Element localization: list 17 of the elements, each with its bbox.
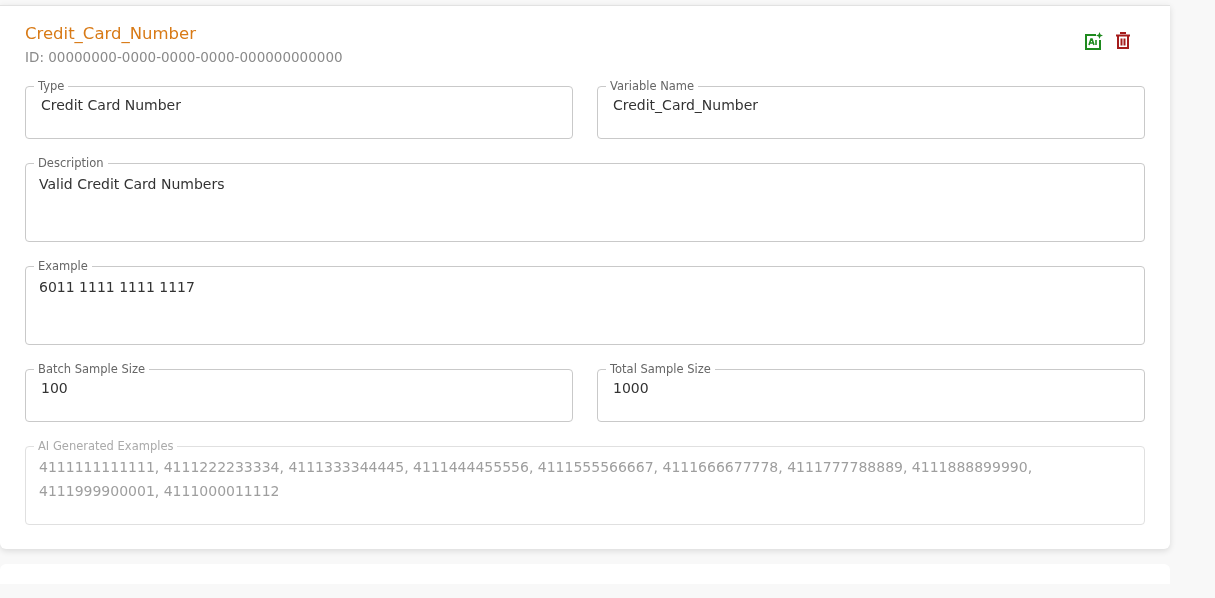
input-field[interactable]: Batch Sample Size 100 bbox=[25, 362, 573, 422]
text-area[interactable]: Description Valid Credit Card Numbers bbox=[25, 156, 1145, 242]
input-field[interactable]: Variable Name Credit_Card_Number bbox=[597, 79, 1145, 139]
field-label: Total Sample Size bbox=[609, 362, 712, 376]
field-label: AI Generated Examples bbox=[37, 439, 175, 453]
trash-icon[interactable] bbox=[1115, 32, 1131, 50]
id-text: ID: 00000000-0000-0000-0000-000000000000 bbox=[25, 49, 343, 65]
card-title: Credit_Card_Number bbox=[25, 24, 197, 43]
input-field[interactable]: Total Sample Size 1000 bbox=[597, 362, 1145, 422]
sparkle-square-icon[interactable] bbox=[1084, 32, 1103, 51]
field-label: Example bbox=[37, 259, 89, 273]
field-label: Variable Name bbox=[609, 79, 696, 93]
input-field[interactable]: Type Credit Card Number bbox=[25, 79, 573, 139]
text-area[interactable]: Example 6011 1111 1111 1117 bbox=[25, 259, 1145, 345]
field-label: Type bbox=[37, 79, 66, 93]
field-label: Batch Sample Size bbox=[37, 362, 147, 376]
field-label: Description bbox=[37, 156, 105, 170]
